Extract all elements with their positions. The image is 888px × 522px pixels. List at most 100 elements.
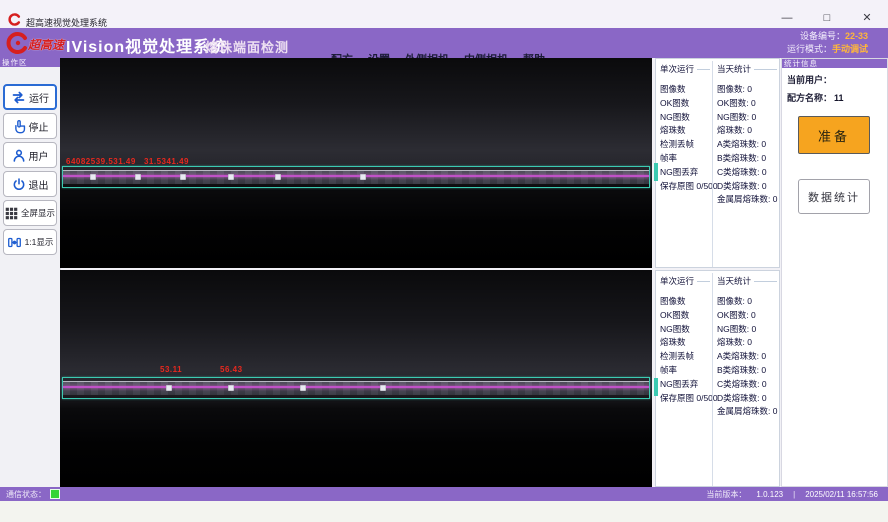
today-stats-title: 当天统计 — [717, 275, 779, 287]
stat-row: 图像数 — [660, 83, 712, 97]
stat-row: OK图数: 0 — [717, 309, 779, 323]
one-to-one-button[interactable]: 1:1显示 — [3, 229, 57, 255]
workpiece-strip — [63, 170, 649, 184]
stat-row: OK图数 — [660, 309, 712, 323]
stop-label: 停止 — [29, 119, 49, 134]
stat-row: 检测丢帧 — [660, 350, 712, 364]
titlebar: 超高速视觉处理系统 — □ ✕ — [0, 0, 888, 29]
single-run-list: 图像数OK图数NG图数熔珠数检测丢帧帧率NG图丢弃保存原图 0/500 — [660, 83, 712, 193]
fullscreen-label: 全屏显示 — [21, 207, 55, 219]
prepare-button[interactable]: 准备 — [798, 116, 870, 154]
camera-view-top[interactable]: 64082539.531.49 31.5341.49 — [60, 58, 652, 268]
minimize-button[interactable]: — — [780, 11, 794, 25]
device-info: 设备编号：22-33 运行模式：手动调试 — [787, 30, 868, 56]
stat-row: A类熔珠数: 0 — [717, 138, 779, 152]
detect-edge-marker — [654, 378, 658, 396]
stat-row: 熔珠数: 0 — [717, 336, 779, 350]
user-label: 用户 — [29, 148, 49, 163]
single-run-title: 单次运行 — [660, 275, 712, 287]
stat-row: 金属屑熔珠数: 0 — [717, 193, 779, 207]
stat-row: NG图数: 0 — [717, 323, 779, 337]
stat-row: B类熔珠数: 0 — [717, 364, 779, 378]
stat-row: NG图数 — [660, 323, 712, 337]
bead-mark — [135, 174, 141, 180]
camera-view-bottom[interactable]: 53.11 56.43 — [60, 270, 652, 487]
bead-mark — [360, 174, 366, 180]
brand-logo-text: 超高速 — [28, 36, 64, 53]
bead-mark — [90, 174, 96, 180]
stat-row: 检测丢帧 — [660, 138, 712, 152]
data-statistics-button[interactable]: 数据统计 — [798, 179, 870, 214]
stat-row: NG图丢弃 — [660, 378, 712, 392]
bead-mark — [300, 385, 306, 391]
stat-row: NG图数: 0 — [717, 111, 779, 125]
stat-row: B类熔珠数: 0 — [717, 152, 779, 166]
grid-icon — [5, 207, 18, 220]
stat-row: 帧率 — [660, 364, 712, 378]
stat-row: D类熔珠数: 0 — [717, 392, 779, 406]
bead-mark — [275, 174, 281, 180]
single-run-title: 单次运行 — [660, 63, 712, 75]
comm-status-label: 通信状态： — [6, 489, 46, 500]
today-stats-list: 图像数: 0OK图数: 0NG图数: 0熔珠数: 0A类熔珠数: 0B类熔珠数:… — [717, 83, 779, 207]
bead-mark — [228, 385, 234, 391]
status-bar: 通信状态： 当前版本： 1.0.123 | 2025/02/11 16:57:5… — [0, 487, 888, 501]
single-run-list: 图像数OK图数NG图数熔珠数检测丢帧帧率NG图丢弃保存原图 0/500 — [660, 295, 712, 405]
stat-row: 图像数: 0 — [717, 83, 779, 97]
stop-button[interactable]: 停止 — [3, 113, 57, 139]
today-stats-list: 图像数: 0OK图数: 0NG图数: 0熔珠数: 0A类熔珠数: 0B类熔珠数:… — [717, 295, 779, 419]
page-subtitle: 熔珠端面检测 — [205, 37, 289, 56]
run-button[interactable]: 运行 — [3, 84, 57, 110]
stat-row: NG图丢弃 — [660, 166, 712, 180]
app-header: 超高速 IVision视觉处理系统 熔珠端面检测 配方设置外侧相机内侧相机帮助 … — [0, 28, 888, 58]
run-arrows-icon — [11, 90, 26, 105]
desktop-background — [0, 501, 888, 522]
exit-button[interactable]: 退出 — [3, 171, 57, 197]
stat-row: A类熔珠数: 0 — [717, 350, 779, 364]
info-panel: 统计信息 当前用户： 配方名称：11 准备 数据统计 — [781, 58, 888, 487]
bead-mark — [166, 385, 172, 391]
info-panel-title: 统计信息 — [782, 59, 887, 68]
stat-row: 保存原图 0/500 — [660, 392, 712, 406]
stat-row: OK图数 — [660, 97, 712, 111]
detect-edge-marker — [654, 163, 658, 181]
close-button[interactable]: ✕ — [860, 11, 874, 25]
current-user-row: 当前用户： — [787, 73, 887, 86]
current-user-label: 当前用户： — [787, 75, 832, 85]
version-label: 当前版本： — [706, 489, 746, 500]
run-label: 运行 — [29, 90, 49, 105]
stat-row: 图像数 — [660, 295, 712, 309]
operations-sidebar: 操作区 运行 停止 用户 退出 — [0, 58, 61, 487]
recipe-name-value: 11 — [834, 93, 844, 103]
version-value: 1.0.123 — [756, 490, 783, 499]
stat-row: C类熔珠数: 0 — [717, 166, 779, 180]
bead-mark — [228, 174, 234, 180]
bead-mark — [180, 174, 186, 180]
bead-label: 53.11 — [160, 365, 182, 374]
device-label: 设备编号： — [800, 31, 845, 41]
one-to-one-icon — [7, 236, 22, 249]
laser-line — [63, 386, 649, 388]
stat-row: OK图数: 0 — [717, 97, 779, 111]
today-stats-title: 当天统计 — [717, 63, 779, 75]
bead-mark — [380, 385, 386, 391]
page-title: IVision视觉处理系统 — [66, 33, 227, 57]
mode-value: 手动调试 — [832, 44, 868, 54]
fullscreen-button[interactable]: 全屏显示 — [3, 200, 57, 226]
one-to-one-label: 1:1显示 — [25, 236, 54, 248]
user-button[interactable]: 用户 — [3, 142, 57, 168]
recipe-name-label: 配方名称： — [787, 93, 832, 103]
device-value: 22-33 — [845, 31, 868, 41]
stat-row: D类熔珠数: 0 — [717, 180, 779, 194]
app-window: 超高速视觉处理系统 — □ ✕ 超高速 IVision视觉处理系统 熔珠端面检测… — [0, 0, 888, 522]
datetime-value: 2025/02/11 16:57:56 — [805, 490, 878, 499]
stat-row: C类熔珠数: 0 — [717, 378, 779, 392]
statusbar-separator: | — [793, 490, 795, 499]
user-icon — [12, 148, 26, 163]
laser-line — [63, 175, 649, 177]
stat-row: NG图数 — [660, 111, 712, 125]
brand-logo-icon — [5, 31, 29, 55]
stat-row: 熔珠数 — [660, 124, 712, 138]
maximize-button[interactable]: □ — [820, 11, 834, 25]
measurement-annotation: 64082539.531.49 31.5341.49 — [66, 157, 189, 166]
